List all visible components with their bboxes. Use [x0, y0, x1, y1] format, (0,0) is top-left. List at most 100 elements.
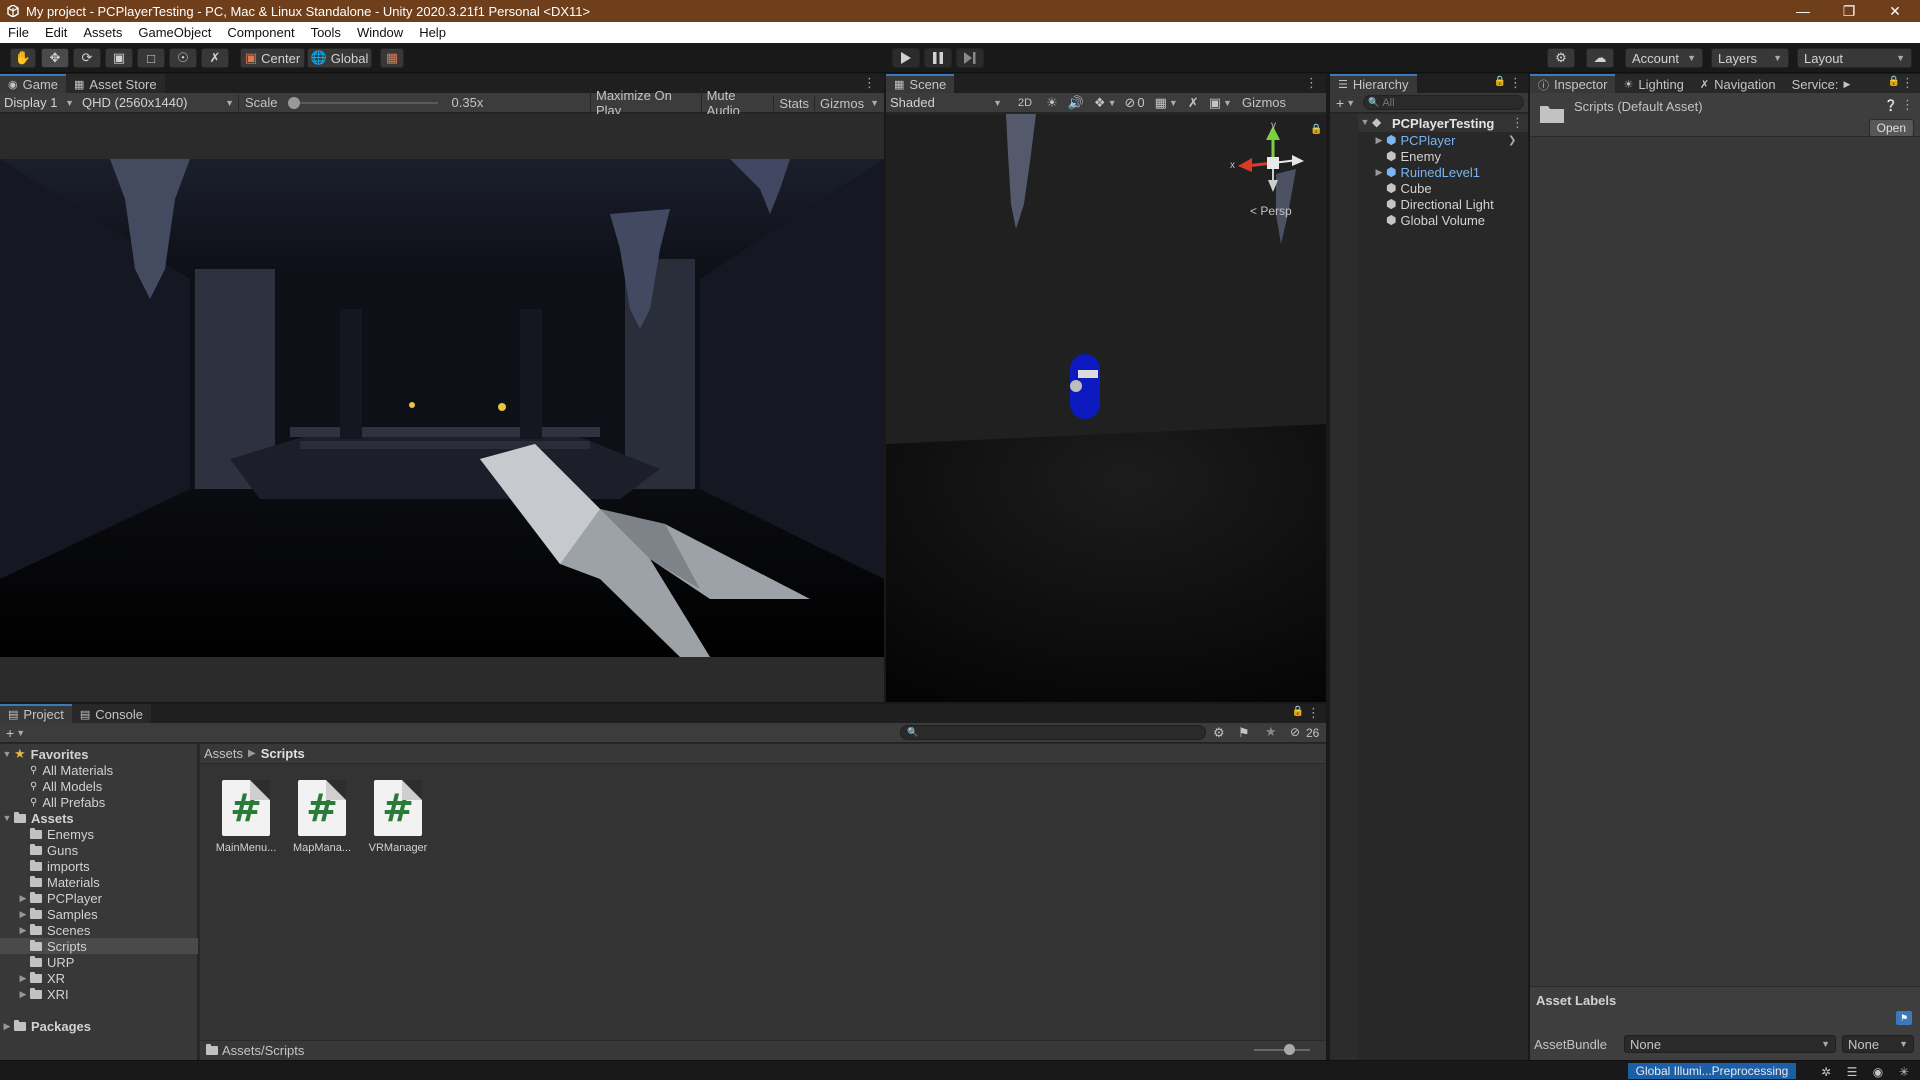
transform-tool-icon[interactable]: ☉ — [169, 48, 197, 68]
scene-gizmos-dropdown[interactable]: Gizmos — [1242, 95, 1286, 110]
lighting-toggle-icon[interactable]: ☀ — [1046, 95, 1058, 111]
icon-size-slider[interactable] — [1254, 1044, 1310, 1055]
pivot-center-button[interactable]: ▣ Center — [240, 48, 305, 68]
more-menu-icon[interactable]: ⋮ — [1901, 97, 1914, 113]
chevron-down-icon[interactable]: ▼ — [1108, 98, 1117, 108]
create-asset-button[interactable]: + — [6, 725, 14, 741]
script-file-item[interactable]: # VRManager — [366, 780, 430, 854]
more-menu-icon[interactable]: ⋮ — [1307, 705, 1320, 721]
hierarchy-item-pcplayer[interactable]: ▶ ⬢ PCPlayer ❯ — [1358, 132, 1517, 148]
expand-arrow-icon[interactable]: ▼ — [0, 749, 14, 759]
expand-arrow-icon[interactable]: ▶ — [16, 909, 30, 920]
tab-project[interactable]: ▤ Project — [0, 704, 72, 723]
tab-game[interactable]: ◉ Game — [0, 74, 67, 93]
space-global-button[interactable]: 🌐 Global — [307, 48, 372, 68]
more-menu-icon[interactable]: ⋮ — [1901, 75, 1914, 91]
favorite-item[interactable]: ⚲ All Models — [30, 778, 102, 794]
open-prefab-chevron-icon[interactable]: ❯ — [1508, 135, 1516, 146]
menu-help[interactable]: Help — [411, 22, 454, 43]
chevron-down-icon[interactable]: ▼ — [16, 728, 25, 738]
custom-tool-icon[interactable]: ✗ — [201, 48, 229, 68]
gi-progress-bar[interactable]: Global Illumi...Preprocessing — [1628, 1063, 1796, 1079]
favorite-item[interactable]: ⚲ All Materials — [30, 762, 113, 778]
hierarchy-item-ruinedlevel1[interactable]: ▶ ⬢ RuinedLevel1 — [1358, 164, 1480, 180]
persp-label[interactable]: < Persp — [1250, 204, 1292, 218]
scale-slider[interactable] — [287, 96, 438, 110]
game-gizmos-dropdown[interactable]: Gizmos ▼ — [814, 95, 884, 111]
help-icon[interactable]: ❔ — [1884, 99, 1898, 112]
progress-spinner-icon[interactable]: ✳ — [1896, 1064, 1912, 1080]
bug-icon[interactable]: ✲ — [1818, 1064, 1834, 1080]
hidden-objects-icon[interactable]: ⊘ — [1124, 95, 1135, 111]
project-search-input[interactable]: 🔍 — [900, 725, 1206, 740]
folder-item-urp[interactable]: URP — [0, 954, 198, 970]
breadcrumb-scripts[interactable]: Scripts — [261, 746, 305, 761]
effects-toggle-icon[interactable]: ❖ — [1094, 95, 1106, 111]
folder-item-pcplayer[interactable]: ▶ PCPlayer — [0, 890, 198, 906]
icon-size-slider-handle[interactable] — [1284, 1044, 1295, 1055]
minimize-icon[interactable]: — — [1780, 0, 1826, 22]
label-tag-icon[interactable]: ⚑ — [1896, 1011, 1912, 1025]
tab-console[interactable]: ▤ Console — [71, 704, 151, 723]
hierarchy-item-enemy[interactable]: ⬢ Enemy — [1358, 148, 1441, 164]
menu-gameobject[interactable]: GameObject — [130, 22, 219, 43]
folder-item-scripts[interactable]: Scripts — [0, 938, 198, 954]
chevron-down-icon[interactable]: ▼ — [1346, 98, 1355, 108]
layout-dropdown[interactable]: Layout ▼ — [1797, 48, 1912, 68]
account-dropdown[interactable]: Account ▼ — [1625, 48, 1703, 68]
folder-item-materials[interactable]: Materials — [0, 874, 198, 890]
expand-arrow-icon[interactable]: ▼ — [1358, 117, 1372, 127]
folder-item-scenes[interactable]: ▶ Scenes — [0, 922, 198, 938]
grid-toggle-icon[interactable]: ▦ — [1155, 95, 1167, 111]
filter-by-label-icon[interactable]: ⚑ — [1238, 725, 1250, 741]
display-dropdown[interactable]: Display 1 ▼ — [0, 95, 78, 110]
menu-file[interactable]: File — [0, 22, 37, 43]
expand-arrow-icon[interactable]: ▶ — [0, 1021, 14, 1032]
more-menu-icon[interactable]: ⋮ — [1509, 75, 1522, 91]
scale-slider-handle[interactable] — [287, 96, 300, 109]
2d-toggle[interactable]: 2D — [1018, 97, 1032, 109]
more-menu-icon[interactable]: ⋮ — [1305, 75, 1318, 91]
layers-stack-icon[interactable]: ☰ — [1844, 1064, 1860, 1080]
tab-asset-store[interactable]: ▦ Asset Store — [66, 74, 165, 93]
expand-arrow-icon[interactable]: ▶ — [16, 989, 30, 1000]
hidden-packages-icon[interactable]: ⊘ — [1290, 725, 1300, 739]
menu-tools[interactable]: Tools — [303, 22, 349, 43]
lock-icon[interactable]: 🔒 — [1888, 76, 1900, 87]
tools-toggle-icon[interactable]: ✗ — [1188, 95, 1199, 111]
chevron-down-icon[interactable]: ▼ — [1169, 98, 1178, 108]
filter-by-type-icon[interactable]: ⚙ — [1213, 725, 1225, 741]
hierarchy-scene-row[interactable]: ▼ ◆ PCPlayerTesting ⋮ — [1358, 114, 1528, 132]
folder-item-samples[interactable]: ▶ Samples — [0, 906, 198, 922]
tab-navigation[interactable]: ✗ Navigation — [1691, 74, 1784, 93]
hierarchy-item-cube[interactable]: ⬢ Cube — [1358, 180, 1432, 196]
folder-item-guns[interactable]: Guns — [0, 842, 198, 858]
lock-icon[interactable]: 🔒 — [1494, 76, 1506, 87]
menu-edit[interactable]: Edit — [37, 22, 75, 43]
tab-services[interactable]: Service: ▶ — [1783, 74, 1859, 93]
collab-icon[interactable]: ⚙ — [1547, 48, 1575, 68]
snap-grid-icon[interactable]: ▦ — [380, 48, 404, 68]
favorites-row[interactable]: ▼ ★ Favorites — [0, 746, 89, 762]
hierarchy-item-global-volume[interactable]: ⬢ Global Volume — [1358, 212, 1485, 228]
gi-cache-icon[interactable]: ◉ — [1870, 1064, 1886, 1080]
expand-arrow-icon[interactable]: ▶ — [16, 925, 30, 936]
breadcrumb-assets[interactable]: Assets — [204, 746, 243, 761]
tab-lighting[interactable]: ☀ Lighting — [1615, 74, 1692, 93]
expand-arrow-icon[interactable]: ▶ — [1372, 167, 1386, 178]
layers-dropdown[interactable]: Layers ▼ — [1711, 48, 1789, 68]
expand-arrow-icon[interactable]: ▶ — [1372, 135, 1386, 146]
assetbundle-variant-dropdown[interactable]: None ▼ — [1842, 1035, 1914, 1053]
game-view-render[interactable] — [0, 159, 884, 657]
play-button[interactable] — [892, 48, 920, 68]
camera-icon[interactable]: ▣ — [1209, 95, 1221, 111]
tab-inspector[interactable]: ⓘ Inspector — [1530, 74, 1616, 93]
step-button[interactable] — [956, 48, 984, 68]
folder-item-enemys[interactable]: Enemys — [0, 826, 198, 842]
favorite-item[interactable]: ⚲ All Prefabs — [30, 794, 105, 810]
cloud-icon[interactable]: ☁ — [1586, 48, 1614, 68]
menu-component[interactable]: Component — [219, 22, 302, 43]
menu-window[interactable]: Window — [349, 22, 411, 43]
scale-tool-icon[interactable]: ▣ — [105, 48, 133, 68]
hierarchy-item-directional-light[interactable]: ⬢ Directional Light — [1358, 196, 1494, 212]
